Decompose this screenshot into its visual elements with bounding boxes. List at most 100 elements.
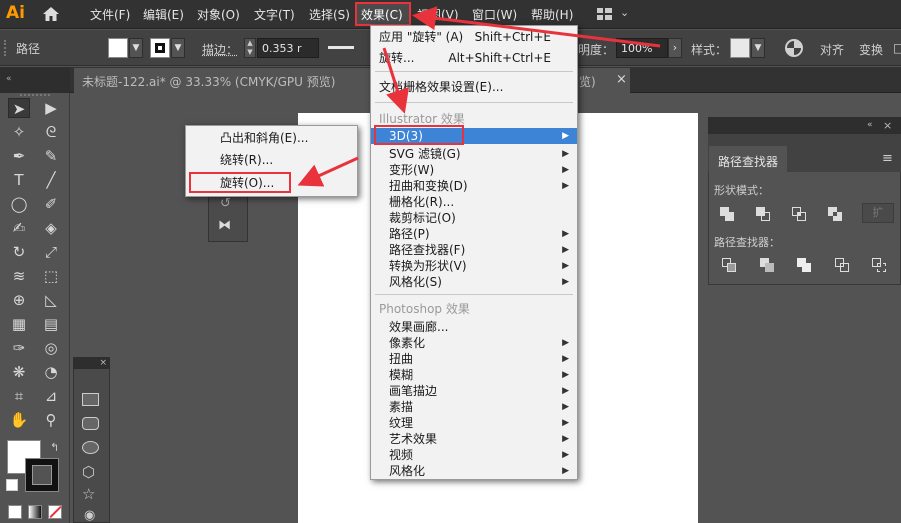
menu-warp[interactable]: 变形(W) ▶ <box>371 162 577 178</box>
scale-tool-icon[interactable]: ⤢ <box>40 242 62 262</box>
trim-icon[interactable] <box>760 258 774 272</box>
panel-menu-icon[interactable]: ≡ <box>882 151 893 166</box>
star-tool-icon[interactable]: ☆ <box>82 485 95 503</box>
type-tool-icon[interactable]: T <box>8 170 30 190</box>
more-options-button[interactable]: □ <box>893 41 901 55</box>
menu-convert-to-shape[interactable]: 转换为形状(V) ▶ <box>371 258 577 274</box>
rotate-tool-icon[interactable]: ↻ <box>8 242 30 262</box>
ellipse-tool-icon[interactable]: ◯ <box>8 194 30 214</box>
paintbrush-tool-icon[interactable]: ✐ <box>40 194 62 214</box>
selection-tool-icon[interactable]: ➤ <box>8 98 30 118</box>
ellipse-shape-tool-icon[interactable] <box>82 441 99 454</box>
pen-tool-icon[interactable]: ✒ <box>8 146 30 166</box>
zoom-tool-icon[interactable]: ⚲ <box>40 410 62 430</box>
home-icon[interactable] <box>42 6 60 22</box>
menu-effect-gallery[interactable]: 效果画廊... <box>371 319 577 335</box>
free-transform-tool-icon[interactable]: ⬚ <box>40 266 62 286</box>
control-bar-grip[interactable] <box>4 40 8 56</box>
gradient-mode-icon[interactable] <box>28 505 42 519</box>
eraser-tool-icon[interactable]: ◈ <box>40 218 62 238</box>
menu-video[interactable]: 视频 ▶ <box>371 447 577 463</box>
flare-tool-icon[interactable]: ◉ <box>84 508 95 523</box>
width-tool-icon[interactable]: ≋ <box>8 266 30 286</box>
none-mode-icon[interactable] <box>48 505 62 519</box>
column-graph-tool-icon[interactable]: ◔ <box>40 362 62 382</box>
direct-selection-tool-icon[interactable]: ▶ <box>40 98 62 118</box>
pathfinder-close-icon[interactable]: × <box>883 119 892 132</box>
intersect-icon[interactable] <box>792 207 806 221</box>
slice-tool-icon[interactable]: ⊿ <box>40 386 62 406</box>
mesh-tool-icon[interactable]: ▦ <box>8 314 30 334</box>
menu-distort-transform[interactable]: 扭曲和变换(D) ▶ <box>371 178 577 194</box>
menu-pathfinder[interactable]: 路径查找器(F) ▶ <box>371 242 577 258</box>
menu-crop-marks[interactable]: 裁剪标记(O) <box>371 210 577 226</box>
tools-collapse-icon[interactable]: « <box>6 74 12 84</box>
crop-icon[interactable] <box>835 258 849 272</box>
style-dropdown-arrow[interactable]: ▼ <box>751 38 765 58</box>
line-segment-tool-icon[interactable]: ╱ <box>40 170 62 190</box>
default-colors-icon[interactable] <box>6 479 18 491</box>
fill-dropdown-arrow[interactable]: ▼ <box>129 38 143 58</box>
outline-icon[interactable] <box>872 258 886 272</box>
rotate-icon[interactable]: ↺ <box>220 196 231 211</box>
menu-brush-strokes[interactable]: 画笔描边 ▶ <box>371 383 577 399</box>
menu-effect[interactable]: 效果(C) <box>361 6 403 23</box>
align-button[interactable]: 对齐 <box>820 41 844 58</box>
tools-panel-header[interactable]: « <box>0 67 70 93</box>
polygon-tool-icon[interactable]: ⬡ <box>82 463 95 481</box>
curvature-tool-icon[interactable]: ✎ <box>40 146 62 166</box>
opacity-input[interactable]: 100% <box>616 38 668 58</box>
stroke-color-proxy[interactable] <box>25 458 59 492</box>
menu-stylize-photoshop[interactable]: 风格化 ▶ <box>371 463 577 479</box>
menu-type[interactable]: 文字(T) <box>254 6 295 23</box>
eyedropper-tool-icon[interactable]: ✑ <box>8 338 30 358</box>
expand-button[interactable]: 扩 <box>862 203 894 223</box>
reflect-icon[interactable]: ⧓ <box>218 218 231 233</box>
menu-path[interactable]: 路径(P) ▶ <box>371 226 577 242</box>
color-mode-icon[interactable] <box>8 505 22 519</box>
shaper-tool-icon[interactable]: ✍ <box>8 218 30 238</box>
menu-window[interactable]: 窗口(W) <box>472 6 517 23</box>
document-tab-close-icon[interactable]: × <box>616 72 627 87</box>
unite-icon[interactable] <box>720 207 734 221</box>
menu-file[interactable]: 文件(F) <box>90 6 130 23</box>
menu-artistic[interactable]: 艺术效果 ▶ <box>371 431 577 447</box>
stroke-dropdown-arrow[interactable]: ▼ <box>171 38 185 58</box>
rounded-rectangle-tool-icon[interactable] <box>82 417 99 430</box>
menu-select[interactable]: 选择(S) <box>309 6 350 23</box>
hand-tool-icon[interactable]: ✋ <box>8 410 30 430</box>
stroke-stepper[interactable]: ▲ ▼ <box>244 38 256 58</box>
opacity-chevron-icon[interactable]: › <box>668 38 682 58</box>
submenu-revolve[interactable]: 绕转(R)... <box>186 151 357 170</box>
menu-sketch[interactable]: 素描 ▶ <box>371 399 577 415</box>
lasso-tool-icon[interactable]: ᘓ <box>40 122 62 142</box>
submenu-extrude-bevel[interactable]: 凸出和斜角(E)... <box>186 129 357 148</box>
shape-builder-tool-icon[interactable]: ⊕ <box>8 290 30 310</box>
pathfinder-collapse-icon[interactable]: « <box>867 120 873 130</box>
menu-distort[interactable]: 扭曲 ▶ <box>371 351 577 367</box>
menu-object[interactable]: 对象(O) <box>197 6 240 23</box>
menu-edit[interactable]: 编辑(E) <box>143 6 184 23</box>
gradient-tool-icon[interactable]: ▤ <box>40 314 62 334</box>
swap-fill-stroke-icon[interactable]: ↰ <box>50 441 59 454</box>
menu-view[interactable]: 视图(V) <box>417 6 459 23</box>
workspace-chevron-icon[interactable]: ⌄ <box>620 6 629 19</box>
stroke-swatch[interactable] <box>150 38 170 58</box>
recolor-artwork-icon[interactable] <box>784 38 804 58</box>
divide-icon[interactable] <box>722 258 736 272</box>
menu-last-effect[interactable]: 旋转... Alt+Shift+Ctrl+E <box>371 50 577 66</box>
fill-swatch[interactable] <box>108 38 128 58</box>
artboard-tool-icon[interactable]: ⌗ <box>8 386 30 406</box>
shape-panel-close-icon[interactable]: × <box>99 358 107 368</box>
stroke-weight-input[interactable]: 0.353 r <box>257 38 319 58</box>
menu-blur[interactable]: 模糊 ▶ <box>371 367 577 383</box>
menu-help[interactable]: 帮助(H) <box>531 6 573 23</box>
magic-wand-tool-icon[interactable]: ✧ <box>8 122 30 142</box>
menu-pixelate[interactable]: 像素化 ▶ <box>371 335 577 351</box>
exclude-icon[interactable] <box>828 207 842 221</box>
menu-apply-last-effect[interactable]: 应用 "旋转" (A) Shift+Ctrl+E <box>371 29 577 45</box>
blend-tool-icon[interactable]: ◎ <box>40 338 62 358</box>
merge-icon[interactable] <box>797 258 811 272</box>
menu-raster-settings[interactable]: 文档栅格效果设置(E)... <box>371 79 577 95</box>
rectangle-tool-icon[interactable] <box>82 393 99 406</box>
